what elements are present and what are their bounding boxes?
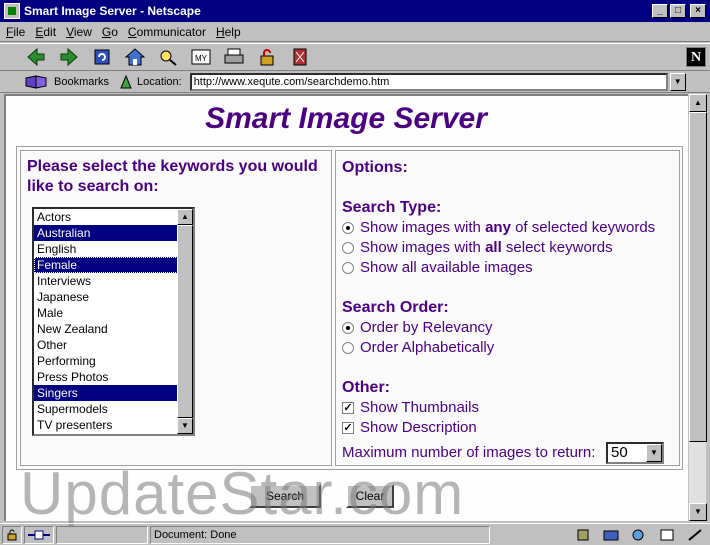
location-bar: Bookmarks Location: http://www.xequte.co…: [0, 72, 710, 93]
keyword-option[interactable]: English: [34, 241, 178, 257]
window-title: Smart Image Server - Netscape: [24, 4, 201, 18]
lock-icon[interactable]: [2, 525, 22, 544]
menu-edit[interactable]: Edit: [35, 25, 56, 39]
search-button[interactable]: Search: [249, 484, 321, 508]
search-type-any-option[interactable]: Show images with any of selected keyword…: [342, 219, 655, 236]
reload-icon[interactable]: [90, 46, 114, 68]
menu-file[interactable]: File: [6, 25, 25, 39]
other-heading: Other:: [342, 379, 390, 396]
keyword-option[interactable]: Female: [34, 257, 178, 273]
page-scrollbar[interactable]: ▲ ▼: [688, 94, 707, 521]
title-bar: Smart Image Server - Netscape _ □ ×: [0, 0, 710, 22]
keyword-option[interactable]: Performing: [34, 353, 178, 369]
menu-bar: File Edit View Go Communicator Help: [0, 22, 710, 42]
bookmarks-icon[interactable]: [24, 74, 50, 90]
status-text: Document: Done: [150, 525, 490, 544]
page-scroll-thumb[interactable]: [689, 112, 707, 442]
menu-go[interactable]: Go: [102, 25, 118, 39]
maximize-button[interactable]: □: [670, 4, 686, 18]
search-type-all-option[interactable]: Show images with all select keywords: [342, 239, 613, 256]
component-bar: [564, 527, 704, 543]
menu-help[interactable]: Help: [216, 25, 241, 39]
svg-text:MY: MY: [195, 54, 208, 63]
navigation-toolbar: MY N: [0, 43, 710, 71]
radio-any[interactable]: [342, 221, 354, 234]
home-icon[interactable]: [123, 46, 147, 68]
netscape-logo[interactable]: N: [686, 47, 706, 67]
connection-icon: [24, 525, 54, 544]
keyword-option[interactable]: Other: [34, 337, 178, 353]
discussions-icon[interactable]: [630, 527, 648, 543]
edit-icon[interactable]: [686, 527, 704, 543]
status-bar: Document: Done: [0, 523, 710, 545]
show-thumbnails-checkbox[interactable]: ✓: [342, 401, 354, 414]
keywords-listbox[interactable]: Actors Australian English Female Interviews J…: [32, 207, 195, 436]
bookmarks-label[interactable]: Bookmarks: [54, 76, 109, 88]
url-input[interactable]: http://www.xequte.com/searchdemo.htm: [189, 73, 668, 91]
back-icon[interactable]: [24, 46, 48, 68]
keyword-option[interactable]: TV presenters: [34, 417, 178, 433]
search-form: Please select the keywords you would lik…: [16, 146, 683, 470]
url-dropdown-icon[interactable]: ▼: [669, 73, 686, 91]
search-icon[interactable]: [156, 46, 180, 68]
clear-button[interactable]: Clear: [346, 484, 394, 508]
max-images-label: Maximum number of images to return:: [342, 444, 596, 461]
show-description-checkbox[interactable]: ✓: [342, 421, 354, 434]
max-images-select[interactable]: 50 ▼: [606, 442, 664, 464]
page-content: Smart Image Server Please select the key…: [4, 94, 688, 521]
keyword-option[interactable]: Japanese: [34, 289, 178, 305]
listbox-scroll-thumb[interactable]: [177, 225, 193, 418]
options-heading: Options:: [342, 159, 408, 176]
forward-icon[interactable]: [57, 46, 81, 68]
print-icon[interactable]: [222, 46, 246, 68]
search-type-show-all-option[interactable]: Show all available images: [342, 259, 533, 276]
location-icon: [119, 74, 133, 90]
radio-alphabetical[interactable]: [342, 341, 354, 354]
page-scroll-up-icon[interactable]: ▲: [689, 94, 707, 112]
scroll-up-icon[interactable]: ▲: [177, 209, 193, 225]
progress-bar: [56, 525, 148, 544]
listbox-scrollbar[interactable]: ▲ ▼: [177, 209, 193, 434]
keywords-cell: Please select the keywords you would lik…: [20, 150, 332, 466]
keyword-option[interactable]: Interviews: [34, 273, 178, 289]
keyword-option[interactable]: Australian: [34, 225, 178, 241]
radio-all[interactable]: [342, 241, 354, 254]
chevron-down-icon[interactable]: ▼: [646, 444, 662, 462]
radio-relevancy[interactable]: [342, 321, 354, 334]
mail-icon[interactable]: [602, 527, 620, 543]
keyword-option[interactable]: Actors: [34, 209, 178, 225]
show-thumbnails-option[interactable]: ✓ Show Thumbnails: [342, 399, 479, 416]
netscape-app-icon[interactable]: [4, 3, 20, 19]
menu-communicator[interactable]: Communicator: [128, 25, 206, 39]
scroll-down-icon[interactable]: ▼: [177, 418, 193, 434]
location-label: Location:: [137, 76, 182, 88]
minimize-button[interactable]: _: [652, 4, 668, 18]
security-icon[interactable]: [255, 46, 279, 68]
page-title: Smart Image Server: [205, 102, 487, 135]
keyword-option[interactable]: New Zealand: [34, 321, 178, 337]
menu-view[interactable]: View: [66, 25, 92, 39]
search-order-heading: Search Order:: [342, 299, 449, 316]
keyword-option[interactable]: Male: [34, 305, 178, 321]
order-alphabetical-option[interactable]: Order Alphabetically: [342, 339, 494, 356]
keyword-option[interactable]: Singers: [34, 385, 178, 401]
page-scroll-down-icon[interactable]: ▼: [689, 503, 707, 521]
my-netscape-icon[interactable]: MY: [189, 46, 213, 68]
keywords-prompt: Please select the keywords you would lik…: [27, 158, 318, 195]
order-relevancy-option[interactable]: Order by Relevancy: [342, 319, 493, 336]
keyword-option[interactable]: Supermodels: [34, 401, 178, 417]
options-cell: Options: Search Type: Show images with a…: [335, 150, 680, 466]
navigator-icon[interactable]: [574, 527, 592, 543]
show-description-option[interactable]: ✓ Show Description: [342, 419, 477, 436]
close-button[interactable]: ×: [690, 4, 706, 18]
composer-icon[interactable]: [658, 527, 676, 543]
keyword-option[interactable]: Press Photos: [34, 369, 178, 385]
search-type-heading: Search Type:: [342, 199, 442, 216]
radio-show-all[interactable]: [342, 261, 354, 274]
max-images-value: 50: [611, 444, 628, 461]
stop-icon[interactable]: [288, 46, 312, 68]
